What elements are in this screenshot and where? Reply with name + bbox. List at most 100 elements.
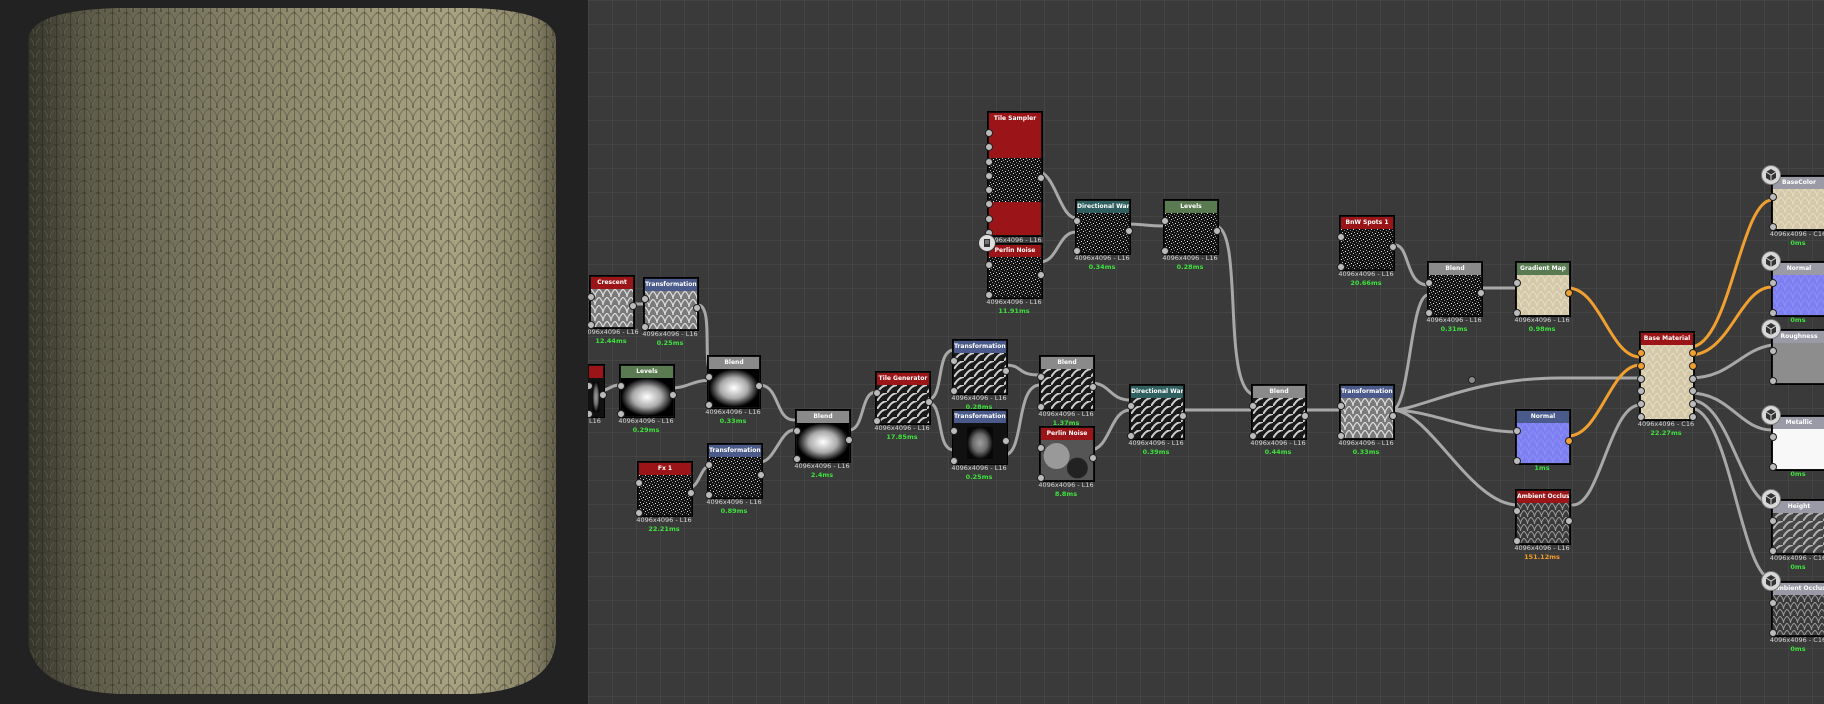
input-port[interactable] (705, 461, 713, 469)
output-port[interactable] (1389, 412, 1397, 420)
output-port[interactable] (757, 471, 765, 479)
graph-node-o-basecolor[interactable]: BaseColor (1761, 165, 1824, 231)
output-port[interactable] (1002, 437, 1010, 445)
graph-node-o-rough[interactable]: Roughness (1761, 319, 1824, 385)
input-port[interactable] (1637, 349, 1645, 357)
input-port[interactable] (873, 389, 881, 397)
output-port[interactable] (1689, 361, 1697, 370)
input-port[interactable] (1037, 444, 1045, 452)
graph-node-n-tsampler[interactable]: Tile Sampler (985, 112, 1045, 237)
input-port[interactable] (1769, 377, 1777, 385)
input-port[interactable] (1249, 402, 1257, 410)
input-port[interactable] (1337, 402, 1345, 410)
output-port[interactable] (1125, 227, 1133, 235)
input-port[interactable] (1161, 217, 1169, 225)
input-port[interactable] (1513, 507, 1521, 515)
input-port[interactable] (641, 295, 649, 303)
input-port[interactable] (1037, 373, 1045, 381)
graph-node-n-blend-e[interactable]: Blend (1425, 262, 1485, 317)
output-port[interactable] (1089, 454, 1097, 462)
graph-node-n-blend-a[interactable]: Blend (705, 356, 763, 409)
graph-node-n-blend-c[interactable]: Blend (1037, 356, 1097, 411)
input-port[interactable] (1637, 361, 1645, 370)
output-port[interactable] (845, 436, 853, 444)
graph-node-n-bnoise[interactable]: BnW Spots 1 (1337, 216, 1397, 271)
output-port[interactable] (693, 304, 701, 312)
input-port[interactable] (985, 171, 993, 180)
output-port[interactable] (1037, 174, 1045, 182)
input-port[interactable] (985, 261, 993, 269)
3d-viewport[interactable] (0, 0, 588, 704)
input-port[interactable] (1127, 402, 1135, 410)
material-preview-cylinder[interactable] (0, 0, 588, 704)
graph-node-o-ao[interactable]: Ambient Occlusion (1761, 571, 1824, 637)
graph-node-n-t2d-d[interactable]: Transformation 2D (950, 410, 1010, 465)
output-port[interactable] (669, 391, 677, 399)
output-port[interactable] (1179, 412, 1187, 420)
graph-node-n-gmap[interactable]: Gradient Map (1513, 262, 1573, 317)
graph-node-n-dwarp-b[interactable]: Directional Warp (1127, 385, 1187, 440)
output-port[interactable] (1002, 367, 1010, 375)
input-port[interactable] (1513, 457, 1521, 465)
output-port[interactable] (1213, 227, 1221, 235)
output-port[interactable] (1565, 437, 1573, 445)
output-port[interactable] (925, 398, 933, 406)
input-port[interactable] (705, 373, 713, 381)
graph-node-n-cloud[interactable]: Crescent (588, 276, 637, 329)
input-port[interactable] (1513, 427, 1521, 435)
graph-node-n-normal[interactable]: Normal (1513, 410, 1573, 465)
input-port[interactable] (1769, 309, 1777, 317)
input-port[interactable] (1637, 374, 1645, 383)
input-port[interactable] (985, 157, 993, 166)
graph-node-n-t2d-e[interactable]: Transformation 2D (1337, 385, 1397, 440)
input-port[interactable] (985, 214, 993, 223)
output-port[interactable] (1301, 412, 1309, 420)
frame-comment-icon[interactable] (978, 234, 996, 252)
input-port[interactable] (950, 357, 958, 365)
input-port[interactable] (1769, 517, 1777, 525)
output-port[interactable] (1089, 383, 1097, 391)
output-port[interactable] (1689, 374, 1697, 383)
input-port[interactable] (950, 427, 958, 435)
graph-node-n-levels-a[interactable]: Levels (617, 365, 677, 418)
output-port[interactable] (1389, 243, 1397, 251)
graph-node-n-fx[interactable]: Fx 1 (635, 462, 695, 517)
input-port[interactable] (1425, 279, 1433, 287)
output-port[interactable] (1565, 289, 1573, 297)
graph-node-n-t2d-c[interactable]: Transformation 2D (950, 340, 1010, 395)
output-port[interactable] (755, 382, 763, 390)
input-port[interactable] (793, 427, 801, 435)
graph-node-n-levels-b[interactable]: Levels (1161, 200, 1221, 255)
input-port[interactable] (1769, 463, 1777, 471)
output-port[interactable] (1565, 517, 1573, 525)
output-port[interactable] (1689, 349, 1697, 357)
graph-node-n-ao[interactable]: Ambient Occlusion (RT...) (1513, 490, 1573, 545)
graph-node-n-blend-b[interactable]: Blend (793, 410, 853, 463)
graph-node-o-metal[interactable]: Metallic (1761, 405, 1824, 471)
output-port[interactable] (1037, 271, 1045, 279)
graph-node-n-left[interactable] (588, 365, 607, 418)
output-port[interactable] (687, 489, 695, 497)
input-port[interactable] (1073, 217, 1081, 225)
input-port[interactable] (1769, 193, 1777, 201)
graph-node-n-perlin-b[interactable]: Perlin Noise (985, 244, 1045, 299)
input-port[interactable] (1337, 233, 1345, 241)
node-graph-canvas[interactable]: Crescent 4096x4096 - L16 12.44ms Transforma… (588, 0, 1824, 704)
input-port[interactable] (1769, 279, 1777, 287)
graph-node-n-t2d-b[interactable]: Transformation 2D (705, 444, 765, 499)
input-port[interactable] (635, 479, 643, 487)
input-port[interactable] (1769, 433, 1777, 441)
graph-node-n-perlin-a[interactable]: Perlin Noise (1037, 427, 1097, 482)
graph-node-o-normal[interactable]: Normal (1761, 251, 1824, 317)
graph-node-o-height[interactable]: Height (1761, 489, 1824, 555)
graph-node-n-tile[interactable]: Tile Generator (873, 372, 933, 425)
input-port[interactable] (985, 129, 993, 137)
input-port[interactable] (1769, 599, 1777, 607)
output-port[interactable] (599, 391, 607, 399)
graph-node-n-blend-d[interactable]: Blend (1249, 385, 1309, 440)
graph-node-n-dwarp-a[interactable]: Directional Warp (1073, 200, 1133, 255)
graph-node-n-t2d-a[interactable]: Transformation 2D (641, 278, 701, 331)
input-port[interactable] (1513, 279, 1521, 287)
input-port[interactable] (617, 382, 625, 390)
input-port[interactable] (1769, 347, 1777, 355)
